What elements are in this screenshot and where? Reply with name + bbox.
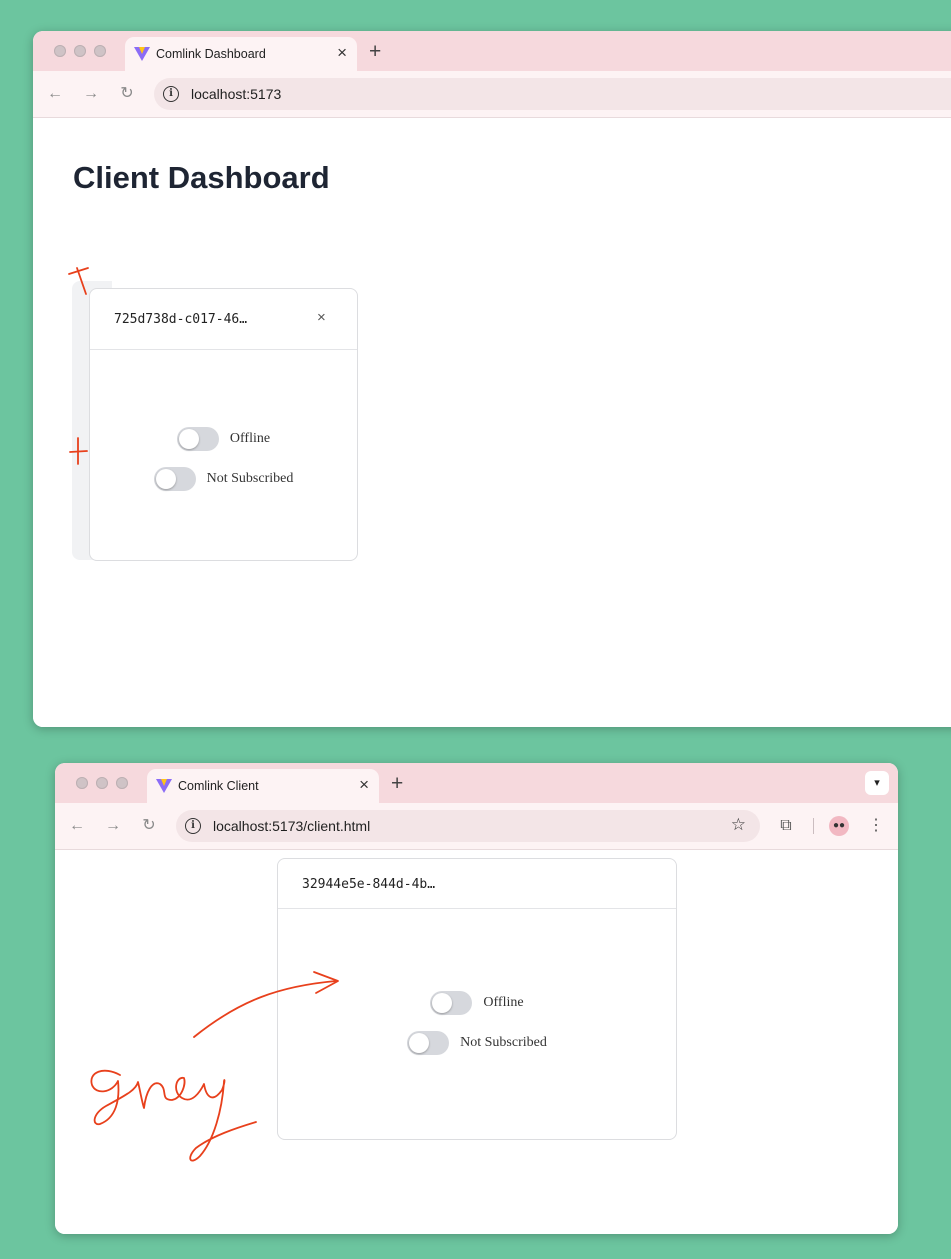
subscribe-toggle[interactable] <box>153 467 196 491</box>
page-content: 32944e5e-844d-4b… Offline Not Subscribed <box>55 850 898 1234</box>
profile-avatar-icon[interactable]: ●● <box>829 816 849 836</box>
tab-comlink-client[interactable]: Comlink Client × <box>147 769 379 803</box>
client-card: 32944e5e-844d-4b… Offline Not Subscribed <box>277 858 677 1140</box>
toggle-knob <box>155 469 176 489</box>
subscribed-label: Not Subscribed <box>460 1035 547 1050</box>
back-arrow-icon[interactable]: ← <box>45 84 65 104</box>
client-id: 32944e5e-844d-4b… <box>302 877 436 892</box>
tab-close-icon[interactable]: × <box>359 775 369 795</box>
more-menu-icon[interactable]: ⋮ <box>865 815 887 837</box>
reload-icon[interactable]: ↻ <box>139 816 159 836</box>
bookmark-star-icon[interactable]: ☆ <box>731 815 746 835</box>
info-icon[interactable]: i <box>185 818 201 834</box>
offline-toggle-row: Offline <box>90 427 357 451</box>
toggle-knob <box>432 993 453 1013</box>
url-text[interactable]: localhost:5173 <box>191 86 281 102</box>
client-card: 725d738d-c017-46… × Offline Not Subscrib… <box>89 288 358 561</box>
offline-toggle[interactable] <box>176 427 219 451</box>
tab-comlink-dashboard[interactable]: Comlink Dashboard × <box>125 37 357 71</box>
tab-strip: Comlink Dashboard × + <box>33 31 951 71</box>
subscribed-toggle-row: Not Subscribed <box>278 1031 676 1055</box>
info-icon[interactable]: i <box>163 86 179 102</box>
back-arrow-icon[interactable]: ← <box>67 816 87 836</box>
tab-title: Comlink Dashboard <box>156 47 266 61</box>
window-zoom-dot[interactable] <box>116 777 128 789</box>
subscribed-label: Not Subscribed <box>206 471 294 486</box>
page-title: Client Dashboard <box>73 160 330 195</box>
window-zoom-dot[interactable] <box>94 45 106 57</box>
tab-strip: Comlink Client × + ▾ <box>55 763 898 803</box>
window-minimize-dot[interactable] <box>74 45 86 57</box>
tab-search-icon[interactable]: ▾ <box>865 771 889 795</box>
reload-icon[interactable]: ↻ <box>117 84 137 104</box>
offline-toggle-row: Offline <box>278 991 676 1015</box>
forward-arrow-icon[interactable]: → <box>81 84 101 104</box>
window-minimize-dot[interactable] <box>96 777 108 789</box>
dashboard-browser-window: Comlink Dashboard × + ← → ↻ i localhost:… <box>33 31 951 727</box>
tab-title: Comlink Client <box>178 779 259 793</box>
tab-close-icon[interactable]: × <box>337 43 347 63</box>
vite-favicon-icon <box>156 779 172 793</box>
new-tab-button[interactable]: + <box>391 772 403 796</box>
address-bar[interactable]: i localhost:5173 <box>154 78 951 110</box>
offline-toggle[interactable] <box>430 991 473 1015</box>
close-icon[interactable]: × <box>317 309 326 326</box>
client-id: 725d738d-c017-46… <box>114 312 248 327</box>
toggle-knob <box>178 429 199 449</box>
forward-arrow-icon[interactable]: → <box>103 816 123 836</box>
url-text[interactable]: localhost:5173/client.html <box>213 818 370 834</box>
client-browser-window: Comlink Client × + ▾ ← → ↻ i localhost:5… <box>55 763 898 1234</box>
offline-label: Offline <box>229 431 271 446</box>
extensions-icon[interactable]: ⧉ <box>775 815 797 837</box>
new-tab-button[interactable]: + <box>369 40 381 64</box>
toolbar-divider <box>813 818 814 834</box>
vite-favicon-icon <box>134 47 150 61</box>
card-divider <box>278 908 676 909</box>
navigation-bar: ← → ↻ i localhost:5173 <box>33 71 951 118</box>
window-close-dot[interactable] <box>54 45 66 57</box>
window-close-dot[interactable] <box>76 777 88 789</box>
subscribed-toggle-row: Not Subscribed <box>90 467 357 491</box>
offline-label: Offline <box>483 995 524 1010</box>
page-content: Client Dashboard 725d738d-c017-46… × Off… <box>33 118 951 727</box>
card-divider <box>90 349 357 350</box>
subscribe-toggle[interactable] <box>407 1031 450 1055</box>
navigation-bar: ← → ↻ i localhost:5173/client.html ☆ ⧉ ●… <box>55 803 898 850</box>
address-bar[interactable]: i localhost:5173/client.html ☆ <box>176 810 760 842</box>
toggle-knob <box>409 1033 430 1053</box>
